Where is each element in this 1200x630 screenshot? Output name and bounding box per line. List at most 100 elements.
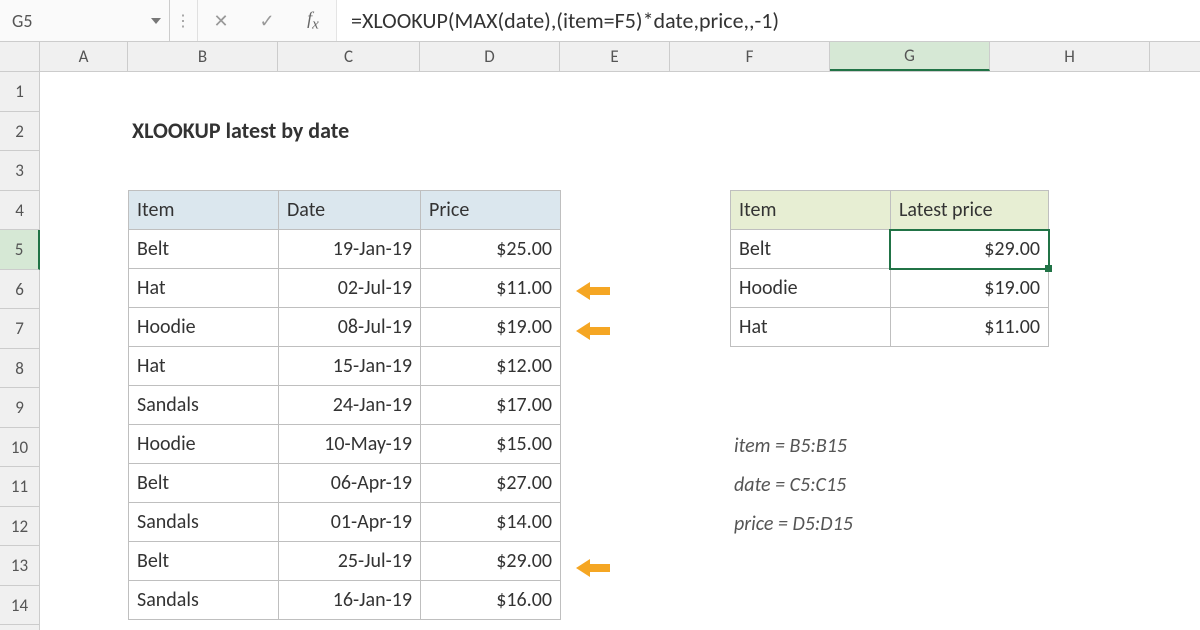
row-header-2[interactable]: 2 [0,112,39,152]
cell-date[interactable]: 08-Jul-19 [279,308,421,347]
cell-date[interactable]: 06-Apr-19 [279,464,421,503]
table-header-row: Item Latest price [731,191,1049,230]
table-header-row: Item Date Price [129,191,561,230]
col-header-b[interactable]: B [128,42,278,71]
select-all-corner[interactable] [0,42,40,71]
cell-item[interactable]: Sandals [129,503,279,542]
cell-item[interactable]: Hoodie [731,269,891,308]
arrow-left-icon [576,320,612,342]
cell-price[interactable]: $16.00 [421,581,561,620]
cell-price[interactable]: $17.00 [421,386,561,425]
cell-latest-price[interactable]: $11.00 [891,308,1049,347]
table-row: Hat02-Jul-19$11.00 [129,269,561,308]
row-header-11[interactable]: 11 [0,467,39,507]
row-headers: 1 2 3 4 5 6 7 8 9 10 11 12 13 14 [0,72,40,630]
row-header-13[interactable]: 13 [0,546,39,586]
col-header-e[interactable]: E [560,42,670,71]
cell-date[interactable]: 16-Jan-19 [279,581,421,620]
cell-item[interactable]: Hat [731,308,891,347]
row-header-9[interactable]: 9 [0,388,39,428]
cell-item[interactable]: Hat [129,347,279,386]
cell-date[interactable]: 19-Jan-19 [279,230,421,269]
col-header-c[interactable]: C [278,42,420,71]
table-row: Belt06-Apr-19$27.00 [129,464,561,503]
row-header-5[interactable]: 5 [0,230,40,270]
range-date: date = C5:C15 [734,466,853,505]
cell-date[interactable]: 25-Jul-19 [279,542,421,581]
cell-item[interactable]: Hoodie [129,425,279,464]
cell-item[interactable]: Hoodie [129,308,279,347]
cell-date[interactable]: 01-Apr-19 [279,503,421,542]
row-header-10[interactable]: 10 [0,428,39,468]
cell-item[interactable]: Sandals [129,581,279,620]
table-row: Belt19-Jan-19$25.00 [129,230,561,269]
table-row: Sandals24-Jan-19$17.00 [129,386,561,425]
header-date[interactable]: Date [279,191,421,230]
cell-price[interactable]: $14.00 [421,503,561,542]
table-row: Hoodie$19.00 [731,269,1049,308]
col-header-d[interactable]: D [420,42,560,71]
table-row: Hat15-Jan-19$12.00 [129,347,561,386]
cell-price[interactable]: $11.00 [421,269,561,308]
formula-bar: G5 ⋮ ✕ ✓ fx =XLOOKUP(MAX(date),(item=F5)… [0,0,1200,42]
fx-icon: fx [307,8,319,34]
cell-item[interactable]: Sandals [129,386,279,425]
data-table: Item Date Price Belt19-Jan-19$25.00Hat02… [128,190,561,620]
table-row: Hat$11.00 [731,308,1049,347]
named-ranges: item = B5:B15 date = C5:C15 price = D5:D… [734,427,853,544]
formula-bar-separator: ⋮ [170,0,198,41]
chevron-down-icon[interactable] [151,18,161,24]
cell-date[interactable]: 15-Jan-19 [279,347,421,386]
row-header-8[interactable]: 8 [0,349,39,389]
col-header-g[interactable]: G [830,42,990,71]
header-item[interactable]: Item [731,191,891,230]
table-row: Belt$29.00 [731,230,1049,269]
cell-item[interactable]: Belt [129,542,279,581]
cell-price[interactable]: $27.00 [421,464,561,503]
cell-item[interactable]: Hat [129,269,279,308]
cell-price[interactable]: $19.00 [421,308,561,347]
cancel-button[interactable]: ✕ [198,0,244,41]
row-header-12[interactable]: 12 [0,507,39,547]
page-title: XLOOKUP latest by date [132,117,349,144]
enter-button[interactable]: ✓ [244,0,290,41]
row-header-3[interactable]: 3 [0,151,39,191]
header-latest-price[interactable]: Latest price [891,191,1049,230]
cell-latest-price[interactable]: $29.00 [891,230,1049,269]
col-header-f[interactable]: F [670,42,830,71]
cell-date[interactable]: 02-Jul-19 [279,269,421,308]
cell-price[interactable]: $15.00 [421,425,561,464]
name-box-value: G5 [12,10,145,32]
x-icon: ✕ [213,10,228,32]
table-row: Belt25-Jul-19$29.00 [129,542,561,581]
insert-function-button[interactable]: fx [290,0,336,41]
name-box[interactable]: G5 [0,0,170,41]
cell-item[interactable]: Belt [129,230,279,269]
table-row: Sandals16-Jan-19$16.00 [129,581,561,620]
cell-latest-price[interactable]: $19.00 [891,269,1049,308]
header-item[interactable]: Item [129,191,279,230]
table-row: Hoodie08-Jul-19$19.00 [129,308,561,347]
row-header-4[interactable]: 4 [0,191,39,231]
row-header-1[interactable]: 1 [0,72,39,112]
cells-area[interactable]: XLOOKUP latest by date Item Date Price B… [40,72,1200,630]
cell-item[interactable]: Belt [129,464,279,503]
formula-input[interactable]: =XLOOKUP(MAX(date),(item=F5)*date,price,… [336,0,1200,41]
row-header-6[interactable]: 6 [0,270,39,310]
row-header-14[interactable]: 14 [0,586,39,626]
spreadsheet: A B C D E F G H 1 2 3 4 5 6 7 8 9 10 11 … [0,42,1200,630]
cell-date[interactable]: 10-May-19 [279,425,421,464]
table-row: Sandals01-Apr-19$14.00 [129,503,561,542]
header-price[interactable]: Price [421,191,561,230]
col-header-a[interactable]: A [40,42,128,71]
range-item: item = B5:B15 [734,427,853,466]
cell-date[interactable]: 24-Jan-19 [279,386,421,425]
arrow-left-icon [576,557,612,579]
result-table: Item Latest price Belt$29.00Hoodie$19.00… [730,190,1049,347]
cell-price[interactable]: $25.00 [421,230,561,269]
row-header-7[interactable]: 7 [0,309,39,349]
cell-price[interactable]: $29.00 [421,542,561,581]
cell-item[interactable]: Belt [731,230,891,269]
cell-price[interactable]: $12.00 [421,347,561,386]
col-header-h[interactable]: H [990,42,1150,71]
